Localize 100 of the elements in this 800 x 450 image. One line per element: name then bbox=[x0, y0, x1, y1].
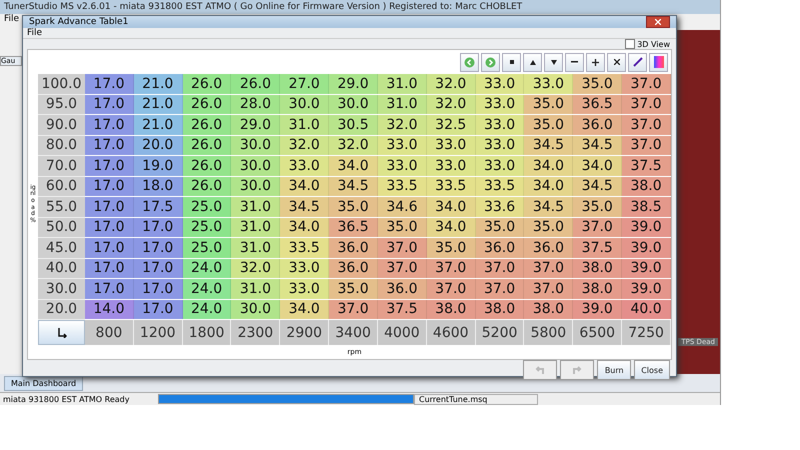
table-cell[interactable]: 30.0 bbox=[231, 176, 280, 196]
table-cell[interactable]: 37.0 bbox=[426, 279, 476, 298]
table-cell[interactable]: 33.0 bbox=[280, 258, 330, 278]
table-cell[interactable]: 31.0 bbox=[280, 115, 330, 134]
table-cell[interactable]: 32.0 bbox=[426, 94, 476, 114]
table-cell[interactable]: 34.5 bbox=[329, 176, 378, 196]
table-cell[interactable]: 18.0 bbox=[134, 176, 183, 196]
table-cell[interactable]: 35.0 bbox=[476, 218, 524, 237]
table-cell[interactable]: 17.5 bbox=[134, 197, 183, 216]
table-cell[interactable]: 26.0 bbox=[182, 115, 232, 134]
table-cell[interactable]: 36.0 bbox=[524, 238, 574, 258]
table-cell[interactable]: 32.5 bbox=[426, 115, 476, 134]
table-cell[interactable]: 39.0 bbox=[622, 279, 671, 298]
corner-button[interactable] bbox=[38, 320, 85, 345]
table-cell[interactable]: 36.0 bbox=[476, 238, 524, 258]
table-cell[interactable]: 29.0 bbox=[329, 74, 378, 94]
table-cell[interactable]: 35.0 bbox=[426, 238, 476, 258]
table-cell[interactable]: 25.0 bbox=[182, 238, 232, 258]
table-cell[interactable]: 37.0 bbox=[524, 258, 574, 278]
table-cell[interactable]: 21.0 bbox=[134, 74, 183, 94]
table-cell[interactable]: 30.0 bbox=[231, 156, 280, 176]
toolbar-button[interactable] bbox=[502, 52, 521, 72]
menu-item[interactable]: File bbox=[4, 14, 20, 24]
table-cell[interactable]: 33.0 bbox=[476, 156, 524, 176]
table-cell[interactable]: 38.0 bbox=[573, 279, 622, 298]
table-cell[interactable]: 35.0 bbox=[524, 94, 574, 114]
table-cell[interactable]: 37.5 bbox=[378, 300, 427, 319]
table-cell[interactable]: 25.0 bbox=[182, 218, 232, 237]
table-cell[interactable]: 33.0 bbox=[378, 136, 427, 155]
table-cell[interactable]: 33.0 bbox=[476, 136, 524, 155]
table-cell[interactable]: 32.0 bbox=[426, 74, 476, 94]
table-cell[interactable]: 19.0 bbox=[134, 156, 183, 176]
table-cell[interactable]: 35.0 bbox=[524, 218, 574, 237]
table-cell[interactable]: 17.0 bbox=[85, 74, 134, 94]
table-cell[interactable]: 34.0 bbox=[426, 197, 476, 216]
table-cell[interactable]: 31.0 bbox=[231, 238, 280, 258]
table-cell[interactable]: 32.0 bbox=[329, 136, 378, 155]
table-cell[interactable]: 30.0 bbox=[231, 300, 280, 319]
table-cell[interactable]: 37.0 bbox=[378, 238, 427, 258]
table-cell[interactable]: 24.0 bbox=[182, 279, 232, 298]
table-cell[interactable]: 37.0 bbox=[476, 258, 524, 278]
table-cell[interactable]: 33.5 bbox=[280, 238, 330, 258]
dialog-button[interactable]: Close bbox=[634, 360, 670, 380]
table-cell[interactable]: 36.5 bbox=[329, 218, 378, 237]
table-cell[interactable]: 35.0 bbox=[378, 218, 427, 237]
table-cell[interactable]: 36.0 bbox=[329, 258, 378, 278]
table-cell[interactable]: 33.5 bbox=[378, 176, 427, 196]
table-cell[interactable]: 31.0 bbox=[378, 94, 427, 114]
table-cell[interactable]: 17.0 bbox=[85, 156, 134, 176]
table-cell[interactable]: 30.5 bbox=[329, 115, 378, 134]
table-cell[interactable]: 34.5 bbox=[573, 136, 622, 155]
table-cell[interactable]: 25.0 bbox=[182, 197, 232, 216]
table-cell[interactable]: 21.0 bbox=[134, 94, 183, 114]
table-cell[interactable]: 34.0 bbox=[329, 156, 378, 176]
table-cell[interactable]: 37.0 bbox=[622, 115, 671, 134]
menu-item[interactable]: File bbox=[27, 28, 42, 38]
table-cell[interactable]: 34.0 bbox=[280, 218, 330, 237]
table-cell[interactable]: 17.0 bbox=[85, 218, 134, 237]
table-cell[interactable]: 17.0 bbox=[85, 279, 134, 298]
table-cell[interactable]: 17.0 bbox=[85, 136, 134, 155]
table-cell[interactable]: 17.0 bbox=[85, 115, 134, 134]
table-cell[interactable]: 30.0 bbox=[231, 136, 280, 155]
table-cell[interactable]: 34.0 bbox=[280, 300, 330, 319]
table-cell[interactable]: 28.0 bbox=[231, 94, 280, 114]
table-cell[interactable]: 33.0 bbox=[280, 156, 330, 176]
table-cell[interactable]: 39.0 bbox=[622, 218, 671, 237]
table-cell[interactable]: 17.0 bbox=[134, 258, 183, 278]
table-cell[interactable]: 17.0 bbox=[85, 94, 134, 114]
table-cell[interactable]: 39.0 bbox=[622, 258, 671, 278]
table-cell[interactable]: 33.0 bbox=[280, 279, 330, 298]
table-cell[interactable]: 34.0 bbox=[524, 156, 574, 176]
table-cell[interactable]: 37.0 bbox=[524, 279, 574, 298]
table-cell[interactable]: 36.0 bbox=[573, 115, 622, 134]
table-cell[interactable]: 31.0 bbox=[378, 74, 427, 94]
table-cell[interactable]: 24.0 bbox=[182, 300, 232, 319]
table-cell[interactable]: 33.0 bbox=[426, 136, 476, 155]
table-cell[interactable]: 31.0 bbox=[231, 197, 280, 216]
table-cell[interactable]: 26.0 bbox=[182, 176, 232, 196]
table-cell[interactable]: 32.0 bbox=[378, 115, 427, 134]
table-cell[interactable]: 35.0 bbox=[329, 279, 378, 298]
checkbox[interactable] bbox=[625, 39, 636, 49]
table-cell[interactable]: 33.5 bbox=[426, 176, 476, 196]
table-cell[interactable]: 34.0 bbox=[573, 156, 622, 176]
table-cell[interactable]: 26.0 bbox=[182, 74, 232, 94]
table-cell[interactable]: 14.0 bbox=[85, 300, 134, 319]
toolbar-button[interactable] bbox=[628, 52, 647, 72]
close-button[interactable] bbox=[646, 16, 670, 28]
table-cell[interactable]: 26.0 bbox=[231, 74, 280, 94]
table-cell[interactable]: 33.0 bbox=[426, 156, 476, 176]
table-cell[interactable]: 24.0 bbox=[182, 258, 232, 278]
table-cell[interactable]: 31.0 bbox=[231, 218, 280, 237]
toolbar-button[interactable] bbox=[523, 52, 542, 72]
table-cell[interactable]: 37.5 bbox=[573, 238, 622, 258]
table-cell[interactable]: 38.0 bbox=[524, 300, 574, 319]
table-cell[interactable]: 29.0 bbox=[231, 115, 280, 134]
table-cell[interactable]: 17.0 bbox=[85, 176, 134, 196]
table-cell[interactable]: 36.0 bbox=[378, 279, 427, 298]
dialog-button[interactable]: Burn bbox=[597, 360, 632, 380]
table-cell[interactable]: 37.5 bbox=[622, 156, 671, 176]
table-cell[interactable]: 20.0 bbox=[134, 136, 183, 155]
